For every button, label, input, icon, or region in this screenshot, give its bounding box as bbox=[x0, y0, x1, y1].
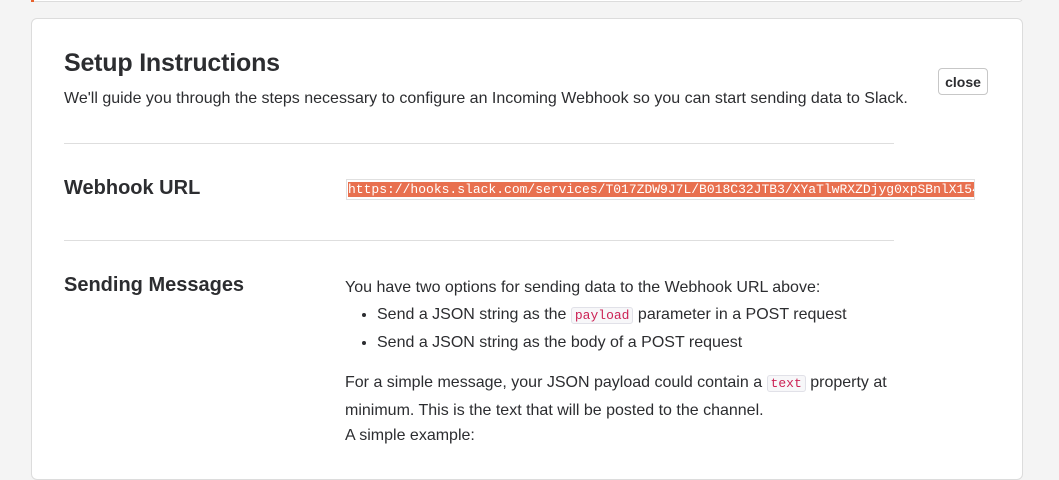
setup-instructions-card: Setup Instructions We'll guide you throu… bbox=[31, 18, 1023, 480]
divider bbox=[64, 143, 894, 144]
close-button[interactable]: close bbox=[938, 68, 988, 95]
sending-options-list: Send a JSON string as the payload parame… bbox=[345, 301, 905, 356]
option-text: parameter in a POST request bbox=[633, 306, 847, 323]
text-code: text bbox=[766, 375, 806, 392]
simple-example-label: A simple example: bbox=[345, 427, 475, 444]
webhook-url-field[interactable]: https://hooks.slack.com/services/T017ZDW… bbox=[346, 179, 975, 200]
payload-code: payload bbox=[570, 307, 634, 324]
page-title: Setup Instructions bbox=[64, 49, 280, 77]
webhook-url-value: https://hooks.slack.com/services/T017ZDW… bbox=[348, 182, 974, 197]
webhook-url-label: Webhook URL bbox=[64, 177, 201, 199]
simple-message-paragraph: For a simple message, your JSON payload … bbox=[345, 369, 905, 424]
card-accent-bar bbox=[31, 0, 34, 2]
list-item: Send a JSON string as the body of a POST… bbox=[377, 329, 905, 356]
paragraph-text: For a simple message, your JSON payload … bbox=[345, 374, 767, 391]
divider bbox=[64, 240, 894, 241]
page-subtitle: We'll guide you through the steps necess… bbox=[64, 90, 908, 107]
list-item: Send a JSON string as the payload parame… bbox=[377, 301, 905, 329]
previous-card bbox=[31, 0, 1023, 2]
option-text: Send a JSON string as the bbox=[377, 306, 571, 323]
sending-messages-label: Sending Messages bbox=[64, 274, 245, 296]
sending-messages-content: You have two options for sending data to… bbox=[345, 275, 905, 447]
sending-intro: You have two options for sending data to… bbox=[345, 279, 821, 296]
